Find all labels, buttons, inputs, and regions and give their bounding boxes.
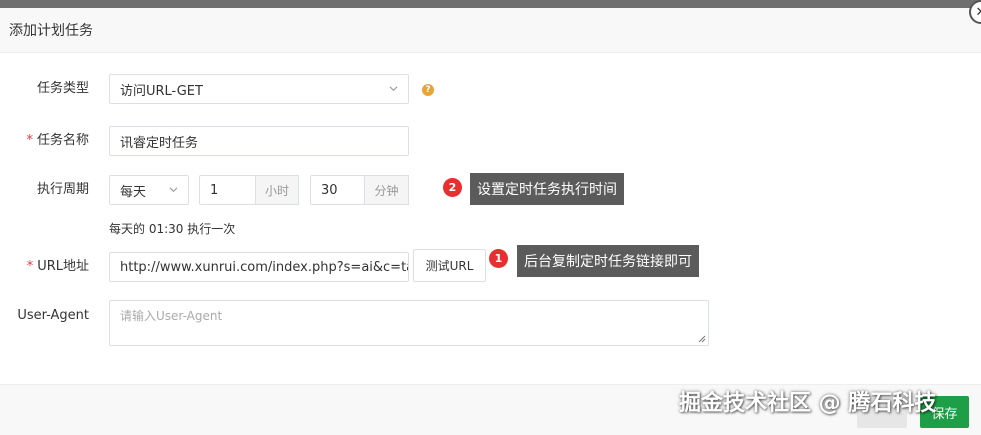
- task-name-input[interactable]: 讯睿定时任务: [109, 126, 409, 156]
- cycle-summary: 每天的 01:30 执行一次: [109, 222, 236, 236]
- task-type-select[interactable]: 访问URL-GET: [109, 74, 409, 104]
- user-agent-textarea[interactable]: 请输入User-Agent: [109, 300, 709, 346]
- dialog-header: 添加计划任务: [0, 8, 981, 53]
- add-scheduled-task-dialog: 添加计划任务 ✕ 任务类型 访问URL-GET ? *任务名称 讯睿定时任务 执…: [0, 0, 981, 435]
- hours-unit: 小时: [255, 175, 299, 205]
- hours-input[interactable]: 1: [199, 175, 256, 205]
- minutes-input[interactable]: 30: [310, 175, 365, 205]
- annotation-callout-2: 设置定时任务执行时间: [470, 173, 624, 205]
- task-type-label: 任务类型: [36, 81, 89, 96]
- user-agent-placeholder: 请输入User-Agent: [120, 309, 223, 323]
- task-name-label: * 任务名称: [26, 133, 89, 148]
- annotation-badge-2: 2: [443, 178, 462, 197]
- chevron-down-icon: [389, 86, 398, 92]
- resize-grip-icon[interactable]: [698, 335, 706, 343]
- help-icon[interactable]: ?: [422, 84, 434, 96]
- background-page-strip: [0, 0, 981, 8]
- task-type-value: 访问URL-GET: [120, 83, 203, 99]
- cycle-label: 执行周期: [36, 182, 89, 197]
- task-name-value: 讯睿定时任务: [120, 135, 199, 151]
- annotation-callout-1: 后台复制定时任务链接即可: [517, 245, 699, 277]
- minutes-value: 30: [321, 182, 338, 198]
- period-value: 每天: [120, 184, 147, 200]
- chevron-down-icon: [169, 187, 178, 193]
- annotation-badge-1: 1: [489, 249, 508, 268]
- url-label: * URL地址: [26, 259, 89, 274]
- url-value: http://www.xunrui.com/index.php?s=ai&c=t…: [120, 259, 409, 275]
- dialog-title: 添加计划任务: [9, 23, 93, 39]
- url-input[interactable]: http://www.xunrui.com/index.php?s=ai&c=t…: [109, 252, 409, 282]
- user-agent-label: User-Agent: [17, 308, 89, 323]
- period-select[interactable]: 每天: [109, 175, 189, 205]
- hours-value: 1: [210, 182, 219, 198]
- watermark-text: 掘金技术社区 @ 腾石科技: [679, 391, 937, 416]
- minutes-unit: 分钟: [364, 175, 409, 205]
- test-url-button[interactable]: 测试URL: [413, 249, 486, 282]
